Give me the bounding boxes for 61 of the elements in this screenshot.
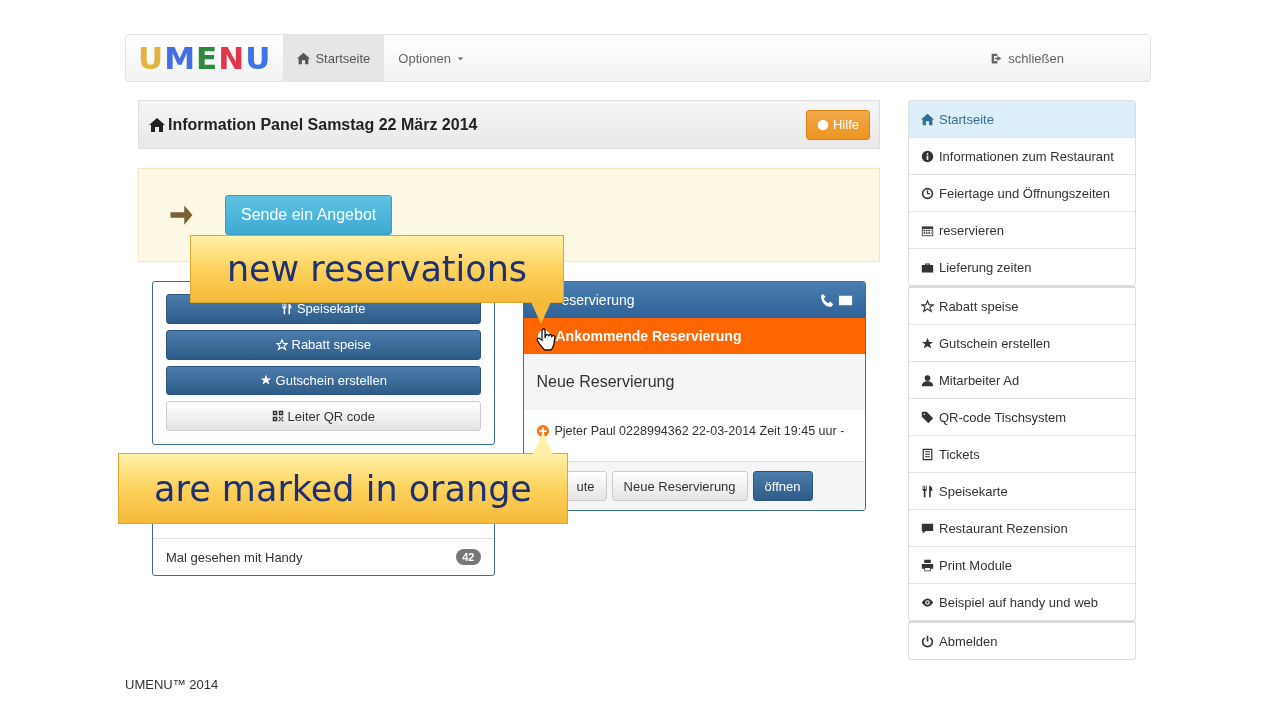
plus-circle-icon bbox=[535, 424, 550, 438]
phone-icon bbox=[820, 292, 835, 308]
section-title: Neue Reservierung bbox=[523, 354, 865, 410]
logo-letter: N bbox=[218, 40, 246, 76]
info-icon bbox=[921, 149, 934, 163]
cutlery-icon bbox=[280, 302, 293, 315]
logo-letter: E bbox=[196, 40, 219, 76]
count-badge: 42 bbox=[456, 549, 481, 565]
star-icon bbox=[921, 336, 934, 350]
star-outline-icon bbox=[275, 338, 288, 351]
clock-icon bbox=[921, 186, 934, 200]
star-icon bbox=[259, 374, 272, 387]
list-icon bbox=[921, 447, 934, 461]
sidebar-item[interactable]: Feiertage und Öffnungszeiten bbox=[909, 174, 1135, 211]
callout-pointer bbox=[533, 432, 553, 454]
home-icon bbox=[149, 116, 165, 133]
menu-button[interactable]: Gutschein erstellen bbox=[166, 365, 481, 396]
sidebar-item[interactable]: Informationen zum Restaurant bbox=[909, 137, 1135, 174]
sidebar-item[interactable]: Startseite bbox=[909, 101, 1135, 137]
comment-icon bbox=[921, 521, 934, 535]
menu-button[interactable]: Leiter QR code bbox=[166, 401, 481, 431]
tag-icon bbox=[921, 410, 934, 424]
logout-link[interactable]: schließen bbox=[976, 35, 1078, 81]
sidebar-item[interactable]: Rabatt speise bbox=[909, 288, 1135, 324]
panel-title: Information Panel Samstag 22 März 2014 bbox=[168, 115, 478, 134]
sidebar-item[interactable]: Abmelden bbox=[909, 623, 1135, 659]
panel-title: eservierung bbox=[561, 292, 635, 308]
sidebar-item[interactable]: Gutschein erstellen bbox=[909, 324, 1135, 361]
sidebar-item[interactable]: Print Module bbox=[909, 546, 1135, 583]
menu-button[interactable]: Rabatt speise bbox=[166, 329, 481, 360]
footer-text: UMENU™ 2014 bbox=[125, 677, 219, 692]
stat-label: Mal gesehen mit Handy bbox=[166, 549, 303, 565]
nav-link[interactable]: Optionen bbox=[384, 35, 480, 81]
logo-letter: M bbox=[164, 40, 197, 76]
logo-letter: U bbox=[138, 40, 165, 76]
alert-title: Ankommende Reservierung bbox=[555, 328, 742, 344]
logo-letter: U bbox=[245, 40, 272, 76]
sidebar-item[interactable]: Beispiel auf handy und web bbox=[909, 583, 1135, 620]
sidebar-item[interactable]: QR-code Tischsystem bbox=[909, 398, 1135, 435]
nav-link[interactable]: Startseite bbox=[283, 35, 385, 81]
star-outline-icon bbox=[921, 299, 934, 313]
sidebar-item[interactable]: Speisekarte bbox=[909, 472, 1135, 509]
sidebar-item[interactable]: Restaurant Rezension bbox=[909, 509, 1135, 546]
power-icon bbox=[921, 634, 934, 648]
sidebar-item[interactable]: Lieferung zeiten bbox=[909, 248, 1135, 285]
briefcase-icon bbox=[921, 260, 934, 274]
footer-button[interactable]: Neue Reservierung bbox=[611, 471, 748, 501]
user-icon bbox=[921, 373, 934, 387]
calendar-icon bbox=[921, 223, 934, 237]
sidebar-item[interactable]: Tickets bbox=[909, 435, 1135, 472]
eye-icon bbox=[921, 595, 934, 609]
footer-button[interactable]: öffnen bbox=[752, 471, 813, 501]
reservation-entry: Pjeter Paul 0228994362 22-03-2014 Zeit 19:45 uur - bbox=[554, 424, 845, 438]
sidebar-item[interactable]: Mitarbeiter Ad bbox=[909, 361, 1135, 398]
home-icon bbox=[297, 51, 311, 65]
sign-out-icon bbox=[990, 51, 1004, 65]
cutlery-icon bbox=[921, 484, 934, 498]
printer-icon bbox=[921, 558, 934, 572]
qr-code-icon bbox=[271, 410, 284, 423]
home-icon bbox=[921, 112, 934, 126]
sidebar-item[interactable]: reservieren bbox=[909, 211, 1135, 248]
